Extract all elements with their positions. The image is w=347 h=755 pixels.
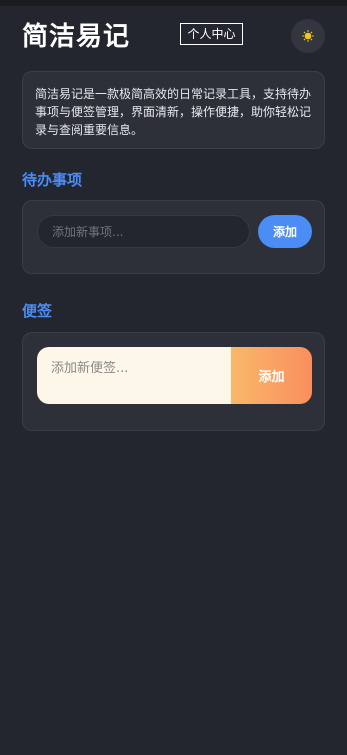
app-title: 简洁易记 <box>22 22 131 52</box>
note-input[interactable] <box>37 347 233 404</box>
todo-input[interactable] <box>37 215 250 248</box>
app-header: 简洁易记 个人中心 <box>0 6 347 64</box>
todo-section-title: 待办事项 <box>22 171 83 189</box>
add-note-button[interactable]: 添加 <box>231 347 312 404</box>
notes-section-title: 便签 <box>22 302 53 320</box>
notes-card: 添加 <box>22 332 325 431</box>
theme-toggle-button[interactable] <box>291 19 325 53</box>
add-todo-button[interactable]: 添加 <box>258 215 312 248</box>
intro-text: 简洁易记是一款极简高效的日常记录工具，支持待办事项与便签管理，界面清新，操作便捷… <box>35 87 312 137</box>
intro-card: 简洁易记是一款极简高效的日常记录工具，支持待办事项与便签管理，界面清新，操作便捷… <box>22 71 325 149</box>
profile-center-button[interactable]: 个人中心 <box>180 23 243 45</box>
sun-icon <box>302 30 314 42</box>
todo-card: 添加 <box>22 200 325 274</box>
